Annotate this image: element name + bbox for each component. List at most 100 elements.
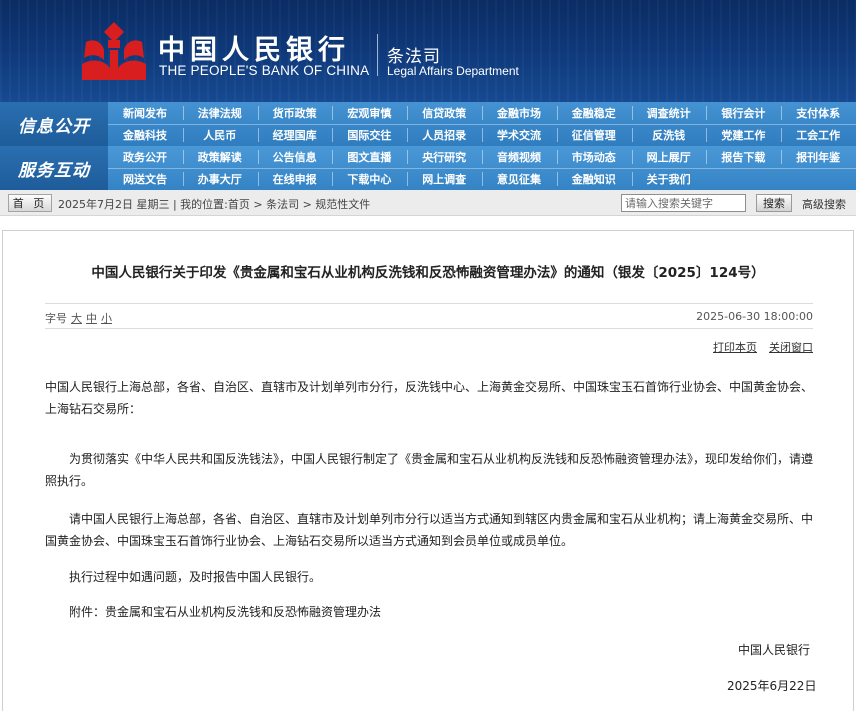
- nav-item[interactable]: 人员招录: [407, 124, 481, 146]
- nav-item[interactable]: 新闻发布: [108, 102, 182, 124]
- nav-separator: [182, 128, 184, 142]
- font-size-large[interactable]: 大: [71, 310, 82, 326]
- nav-separator: [631, 150, 633, 164]
- article-attachment: 附件：贵金属和宝石从业机构反洗钱和反恐怖融资管理办法: [69, 605, 382, 619]
- header-divider: [377, 34, 378, 76]
- nav-item[interactable]: 货币政策: [258, 102, 332, 124]
- nav-item[interactable]: 党建工作: [706, 124, 780, 146]
- article-panel: 中国人民银行关于印发《贵金属和宝石从业机构反洗钱和反恐怖融资管理办法》的通知（银…: [2, 230, 854, 711]
- nav-item[interactable]: 报告下载: [706, 146, 780, 168]
- nav-separator: [556, 172, 558, 186]
- article-signer: 中国人民银行: [738, 643, 811, 657]
- nav-item[interactable]: 办事大厅: [183, 168, 257, 190]
- header-banner: 中国人民银行 THE PEOPLE'S BANK OF CHINA 条法司 Le…: [0, 0, 856, 102]
- article-title: 中国人民银行关于印发《贵金属和宝石从业机构反洗钱和反恐怖融资管理办法》的通知（银…: [91, 265, 765, 281]
- nav-separator: [257, 150, 259, 164]
- nav-item[interactable]: 支付体系: [781, 102, 855, 124]
- nav-item[interactable]: 学术交流: [482, 124, 556, 146]
- nav-item[interactable]: 在线申报: [258, 168, 332, 190]
- search-button[interactable]: 搜索: [756, 194, 792, 212]
- nav-item[interactable]: 网上展厅: [632, 146, 706, 168]
- bank-name-cn: 中国人民银行: [158, 35, 350, 66]
- nav-grid-info: 新闻发布 法律法规 货币政策 宏观审慎 信贷政策 金融市场 金融稳定 调查统计 银行会计 支付体系…: [108, 102, 856, 146]
- nav-separator: [781, 106, 783, 120]
- nav-item[interactable]: 市场动态: [557, 146, 631, 168]
- nav-item[interactable]: 网上调查: [407, 168, 481, 190]
- nav-separator: [781, 150, 783, 164]
- nav-item[interactable]: 政务公开: [108, 146, 182, 168]
- nav-item[interactable]: 公告信息: [258, 146, 332, 168]
- nav-item[interactable]: 工会工作: [781, 124, 855, 146]
- nav-separator: [482, 106, 483, 120]
- nav-separator: [182, 150, 184, 164]
- nav-item[interactable]: 银行会计: [706, 102, 780, 124]
- nav-separator: [407, 150, 409, 164]
- nav-separator: [631, 106, 633, 120]
- nav-item[interactable]: 金融稳定: [557, 102, 631, 124]
- nav-item[interactable]: 金融知识: [557, 168, 631, 190]
- nav-separator: [556, 128, 558, 142]
- nav-separator: [706, 128, 708, 142]
- nav-separator: [631, 128, 633, 142]
- nav-item[interactable]: 报刊年鉴: [781, 146, 855, 168]
- font-size-small[interactable]: 小: [101, 310, 112, 326]
- search-input[interactable]: [621, 194, 746, 212]
- article-meta-bar: 字号 大 中 小 2025-06-30 18:00:00: [45, 303, 813, 329]
- nav-item[interactable]: 金融科技: [108, 124, 182, 146]
- nav-item[interactable]: 宏观审慎: [332, 102, 406, 124]
- nav-item[interactable]: 国际交往: [332, 124, 406, 146]
- home-button[interactable]: 首 页: [8, 194, 52, 212]
- nav-item[interactable]: 下载中心: [332, 168, 406, 190]
- nav-item[interactable]: 图文直播: [332, 146, 406, 168]
- nav-separator: [332, 172, 334, 186]
- font-size-medium[interactable]: 中: [86, 310, 97, 326]
- nav-item[interactable]: 人民币: [183, 124, 257, 146]
- nav-separator: [182, 106, 184, 120]
- nav-item[interactable]: 意见征集: [482, 168, 556, 190]
- nav-separator: [556, 150, 558, 164]
- nav-separator: [631, 172, 633, 186]
- nav-separator: [182, 172, 184, 186]
- nav-item[interactable]: 政策解读: [183, 146, 257, 168]
- pboc-logo-icon: [82, 22, 146, 80]
- nav-separator: [706, 150, 708, 164]
- nav-row-service: 服务互动 政务公开 政策解读 公告信息 图文直播 央行研究 音频视频 市场动态 网上展厅 报告下…: [0, 146, 856, 190]
- nav-separator: [482, 172, 483, 186]
- article-addressee: 中国人民银行上海总部，各省、自治区、直辖市及计划单列市分行，反洗钱中心、上海黄金…: [45, 380, 814, 416]
- article-paragraph: 请中国人民银行上海总部，各省、自治区、直辖市及计划单列市分行以适当方式通知到辖区…: [45, 512, 814, 548]
- nav-separator: [781, 128, 783, 142]
- nav-separator: [482, 128, 483, 142]
- nav-item[interactable]: 法律法规: [183, 102, 257, 124]
- nav-item[interactable]: 关于我们: [632, 168, 706, 190]
- nav-item[interactable]: 信贷政策: [407, 102, 481, 124]
- nav-item[interactable]: 反洗钱: [632, 124, 706, 146]
- nav-row-info: 信息公开 新闻发布 法律法规 货币政策 宏观审慎 信贷政策 金融市场 金融稳定 调查统计 银行会…: [0, 102, 856, 146]
- nav-separator: [332, 106, 334, 120]
- main-nav: 信息公开 新闻发布 法律法规 货币政策 宏观审慎 信贷政策 金融市场 金融稳定 调查统计 银行会…: [0, 102, 856, 190]
- nav-item[interactable]: 金融市场: [482, 102, 556, 124]
- breadcrumb: 2025年7月2日 星期三 | 我的位置:首页 > 条法司 > 规范性文件: [58, 198, 371, 211]
- publish-date: 2025-06-30 18:00:00: [696, 310, 813, 323]
- nav-separator: [257, 106, 259, 120]
- breadcrumb-bar: 首 页 2025年7月2日 星期三 | 我的位置:首页 > 条法司 > 规范性文…: [0, 190, 856, 216]
- nav-item[interactable]: 经理国库: [258, 124, 332, 146]
- advanced-search-link[interactable]: 高级搜索: [802, 196, 846, 212]
- close-window-link[interactable]: 关闭窗口: [769, 339, 813, 355]
- nav-separator: [407, 128, 409, 142]
- nav-item[interactable]: 网送文告: [108, 168, 182, 190]
- dept-name-en: Legal Affairs Department: [387, 64, 519, 78]
- nav-item[interactable]: 征信管理: [557, 124, 631, 146]
- nav-separator: [332, 128, 334, 142]
- nav-separator: [257, 172, 259, 186]
- nav-separator: [556, 106, 558, 120]
- nav-item[interactable]: 音频视频: [482, 146, 556, 168]
- nav-separator: [407, 172, 409, 186]
- nav-head-service: 服务互动: [0, 146, 108, 190]
- nav-item[interactable]: 央行研究: [407, 146, 481, 168]
- nav-separator: [257, 128, 259, 142]
- print-page-link[interactable]: 打印本页: [713, 339, 757, 355]
- nav-item[interactable]: 调查统计: [632, 102, 706, 124]
- font-size-label: 字号: [45, 312, 67, 325]
- nav-separator: [706, 106, 708, 120]
- article-paragraph: 为贯彻落实《中华人民共和国反洗钱法》，中国人民银行制定了《贵金属和宝石从业机构反…: [45, 452, 814, 488]
